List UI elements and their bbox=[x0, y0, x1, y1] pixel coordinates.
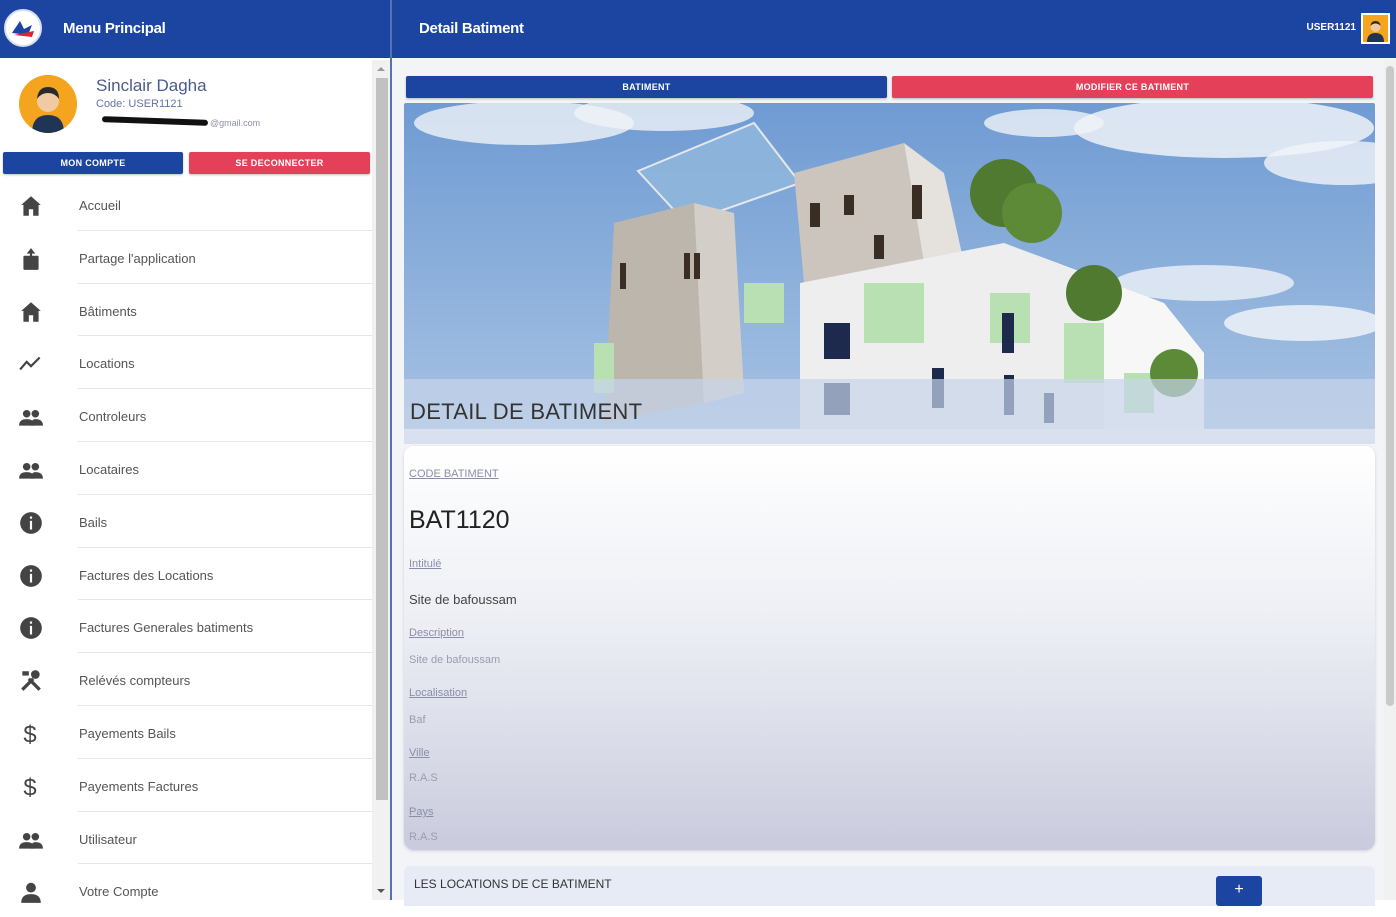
sidebar-item-label: Controleurs bbox=[79, 409, 147, 425]
sidebar-item-label: Utilisateur bbox=[79, 831, 137, 847]
pays-label: Pays bbox=[409, 806, 434, 818]
description-label: Description bbox=[409, 627, 465, 639]
locations-title: LES LOCATIONS DE CE BATIMENT bbox=[414, 877, 612, 891]
sidebar-appbar: Menu Principal bbox=[0, 0, 390, 58]
sidebar: Menu Principal Sinclair Dagha Code: USER… bbox=[0, 0, 390, 904]
sidebar-scrollbar[interactable] bbox=[372, 60, 390, 900]
email-redaction bbox=[101, 116, 209, 126]
info-icon bbox=[18, 615, 44, 641]
people-icon bbox=[18, 827, 44, 853]
sidebar-item-label: Relévés compteurs bbox=[79, 673, 191, 689]
sidebar-item-label: Votre Compte bbox=[79, 884, 159, 900]
main-scrollbar[interactable] bbox=[1384, 60, 1396, 900]
sidebar-item-label: Locataires bbox=[79, 461, 139, 477]
header-avatar[interactable] bbox=[1361, 13, 1390, 44]
sidebar-item-locations[interactable]: Locations bbox=[0, 336, 372, 390]
home-icon bbox=[18, 193, 44, 219]
main-appbar: Detail Batiment USER1121 bbox=[392, 0, 1396, 58]
building-details-card: CODE BATIMENT BAT1120 Intitulé Site de b… bbox=[404, 446, 1375, 850]
people-icon bbox=[18, 457, 44, 483]
user-profile: Sinclair Dagha Code: USER1121 @gmail.com bbox=[0, 60, 372, 150]
sidebar-item-label: Factures Generales batiments bbox=[79, 620, 254, 636]
tab-batiment[interactable]: BATIMENT bbox=[406, 76, 887, 98]
sidebar-title: Menu Principal bbox=[63, 20, 166, 37]
hero-title: DETAIL DE BATIMENT bbox=[410, 399, 643, 424]
sidebar-menu: Accueil Partage l'application Bâtiments … bbox=[0, 178, 372, 917]
sidebar-item-label: Accueil bbox=[79, 198, 121, 213]
sidebar-item-controleurs[interactable]: Controleurs bbox=[0, 389, 372, 442]
tools-icon bbox=[18, 668, 44, 694]
share-icon bbox=[18, 246, 44, 272]
building-code: BAT1120 bbox=[409, 506, 510, 534]
people-icon bbox=[18, 404, 44, 430]
profile-code: Code: USER1121 bbox=[96, 98, 183, 110]
building-locations-section: LES LOCATIONS DE CE BATIMENT + bbox=[404, 866, 1375, 906]
sidebar-item-accueil[interactable]: Accueil bbox=[0, 178, 372, 231]
sidebar-item-label: Partage l'application bbox=[79, 250, 196, 266]
ville-value: R.A.S bbox=[409, 772, 438, 784]
description-value: Site de bafoussam bbox=[409, 654, 501, 666]
profile-name: Sinclair Dagha bbox=[96, 76, 207, 95]
sidebar-item-share[interactable]: Partage l'application bbox=[0, 231, 372, 284]
scroll-down-arrow-icon[interactable] bbox=[377, 889, 385, 893]
profile-email: @gmail.com bbox=[210, 118, 261, 128]
dollar-icon: $ bbox=[18, 721, 44, 749]
code-label: CODE BATIMENT bbox=[409, 468, 499, 480]
header-user-code: USER1121 bbox=[1306, 22, 1356, 33]
info-icon bbox=[18, 510, 44, 536]
building-icon bbox=[18, 299, 44, 325]
add-location-button[interactable]: + bbox=[1216, 876, 1262, 906]
sidebar-item-payements-bails[interactable]: $ Payements Bails bbox=[0, 706, 372, 759]
sidebar-item-locataires[interactable]: Locataires bbox=[0, 442, 372, 495]
building-illustration bbox=[404, 103, 1375, 444]
intitule-value: Site de bafoussam bbox=[409, 592, 517, 607]
svg-text:$: $ bbox=[23, 774, 36, 799]
avatar[interactable] bbox=[19, 75, 77, 133]
sidebar-item-label: Bails bbox=[79, 514, 108, 530]
intitule-label: Intitulé bbox=[409, 558, 442, 570]
dollar-icon: $ bbox=[18, 774, 44, 801]
info-icon bbox=[18, 563, 44, 589]
page-title: Detail Batiment bbox=[419, 20, 524, 37]
localisation-label: Localisation bbox=[409, 687, 468, 699]
sidebar-item-votre-compte[interactable]: Votre Compte bbox=[0, 864, 372, 917]
sidebar-item-releves[interactable]: Relévés compteurs bbox=[0, 653, 372, 706]
app-logo[interactable] bbox=[4, 9, 42, 47]
sidebar-scroll-thumb[interactable] bbox=[376, 78, 388, 800]
svg-text:$: $ bbox=[23, 722, 36, 747]
sidebar-item-utilisateur[interactable]: Utilisateur bbox=[0, 812, 372, 865]
sidebar-item-batiments[interactable]: Bâtiments bbox=[0, 284, 372, 337]
my-account-button[interactable]: MON COMPTE bbox=[3, 152, 183, 174]
sidebar-item-label: Locations bbox=[79, 356, 135, 372]
sidebar-item-factures-locations[interactable]: Factures des Locations bbox=[0, 548, 372, 601]
localisation-value: Baf bbox=[409, 714, 426, 726]
sidebar-item-bails[interactable]: Bails bbox=[0, 495, 372, 548]
sidebar-item-payements-factures[interactable]: $ Payements Factures bbox=[0, 759, 372, 812]
scroll-up-arrow-icon[interactable] bbox=[377, 67, 385, 71]
logout-button[interactable]: SE DECONNECTER bbox=[189, 152, 370, 174]
sidebar-item-label: Payements Factures bbox=[79, 778, 199, 794]
person-icon bbox=[18, 879, 44, 905]
main-content: Detail Batiment USER1121 BATIMENT MODIFI… bbox=[392, 0, 1396, 906]
sidebar-item-label: Payements Bails bbox=[79, 725, 176, 741]
sidebar-item-label: Factures des Locations bbox=[79, 567, 214, 583]
trending-icon bbox=[18, 351, 44, 377]
sidebar-item-label: Bâtiments bbox=[79, 303, 137, 319]
building-hero-image: DETAIL DE BATIMENT bbox=[404, 103, 1375, 444]
pays-value: R.A.S bbox=[409, 831, 438, 843]
main-scroll-thumb[interactable] bbox=[1386, 66, 1394, 706]
ville-label: Ville bbox=[409, 747, 430, 759]
edit-building-button[interactable]: MODIFIER CE BATIMENT bbox=[892, 76, 1373, 98]
sidebar-item-factures-generales[interactable]: Factures Generales batiments bbox=[0, 600, 372, 654]
